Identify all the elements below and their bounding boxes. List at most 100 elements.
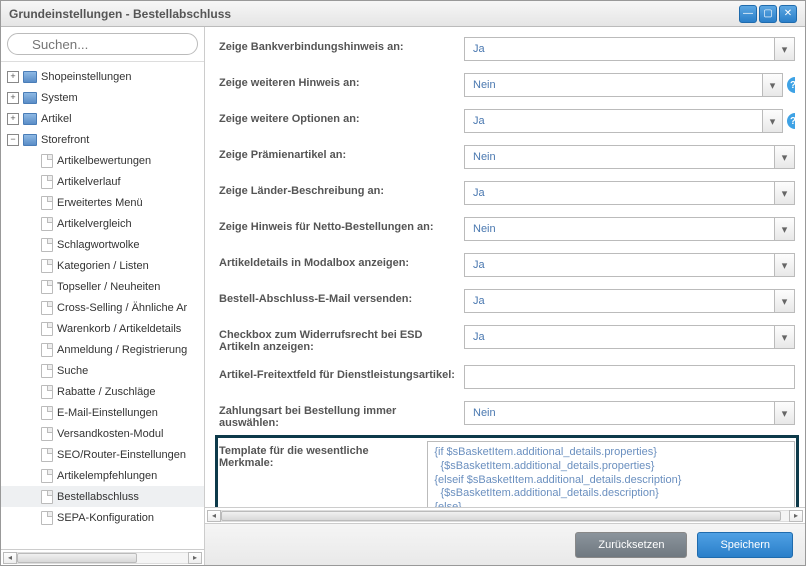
field-label: Zeige Bankverbindungshinweis an: bbox=[219, 37, 464, 53]
field-label: Template für die wesentliche Merkmale: bbox=[219, 441, 427, 469]
form-row: Artikel-Freitextfeld für Dienstleistungs… bbox=[219, 359, 795, 395]
select-input[interactable]: Nein bbox=[464, 145, 775, 169]
tree-item[interactable]: Suche bbox=[1, 360, 204, 381]
tree-item[interactable]: Artikelbewertungen bbox=[1, 150, 204, 171]
tree-folder[interactable]: −Storefront bbox=[1, 129, 204, 150]
chevron-down-icon[interactable]: ▾ bbox=[763, 73, 783, 97]
scroll-right-icon[interactable]: ▸ bbox=[789, 510, 803, 522]
tree-item[interactable]: Versandkosten-Modul bbox=[1, 423, 204, 444]
sidebar-hscroll[interactable]: ◂ ▸ bbox=[1, 549, 204, 565]
chevron-down-icon[interactable]: ▾ bbox=[775, 37, 795, 61]
select-input[interactable]: Ja bbox=[464, 253, 775, 277]
tree-folder[interactable]: +Artikel bbox=[1, 108, 204, 129]
scroll-thumb[interactable] bbox=[221, 511, 781, 521]
tree-item[interactable]: Artikelvergleich bbox=[1, 213, 204, 234]
page-icon bbox=[41, 322, 53, 336]
tree-item[interactable]: E-Mail-Einstellungen bbox=[1, 402, 204, 423]
tree-label: Artikelempfehlungen bbox=[57, 470, 157, 482]
tree-item[interactable]: SEO/Router-Einstellungen bbox=[1, 444, 204, 465]
scroll-track[interactable] bbox=[221, 510, 789, 522]
minimize-button[interactable]: — bbox=[739, 5, 757, 23]
tree-item[interactable]: Kategorien / Listen bbox=[1, 255, 204, 276]
tree-folder[interactable]: +Shopeinstellungen bbox=[1, 66, 204, 87]
tree-label: Artikelvergleich bbox=[57, 218, 132, 230]
tree-label: E-Mail-Einstellungen bbox=[57, 407, 158, 419]
tree-label: SEO/Router-Einstellungen bbox=[57, 449, 186, 461]
toggle-icon[interactable]: + bbox=[7, 92, 19, 104]
reset-button[interactable]: Zurücksetzen bbox=[575, 532, 687, 558]
field: Ja▾ bbox=[464, 37, 795, 61]
tree-label: Artikelverlauf bbox=[57, 176, 121, 188]
select-input[interactable]: Ja bbox=[464, 289, 775, 313]
select-input[interactable]: Ja bbox=[464, 181, 775, 205]
field: {if $sBasketItem.additional_details.prop… bbox=[427, 441, 795, 507]
main-hscroll[interactable]: ◂ ▸ bbox=[205, 507, 805, 523]
field-label: Zeige weitere Optionen an: bbox=[219, 109, 464, 125]
field-label: Zeige Hinweis für Netto-Bestellungen an: bbox=[219, 217, 464, 233]
tree-item[interactable]: SEPA-Konfiguration bbox=[1, 507, 204, 528]
toggle-icon[interactable]: + bbox=[7, 113, 19, 125]
help-icon[interactable]: ? bbox=[787, 113, 795, 129]
scroll-left-icon[interactable]: ◂ bbox=[207, 510, 221, 522]
scroll-left-icon[interactable]: ◂ bbox=[3, 552, 17, 564]
chevron-down-icon[interactable]: ▾ bbox=[775, 145, 795, 169]
select-input[interactable]: Nein bbox=[464, 217, 775, 241]
select-input[interactable]: Ja bbox=[464, 37, 775, 61]
field: Ja▾ bbox=[464, 253, 795, 277]
chevron-down-icon[interactable]: ▾ bbox=[775, 289, 795, 313]
field bbox=[464, 365, 795, 389]
chevron-down-icon[interactable]: ▾ bbox=[763, 109, 783, 133]
field-label: Zeige Prämienartikel an: bbox=[219, 145, 464, 161]
select-input[interactable]: Nein bbox=[464, 401, 775, 425]
tree-item[interactable]: Cross-Selling / Ähnliche Ar bbox=[1, 297, 204, 318]
tree-label: Topseller / Neuheiten bbox=[57, 281, 160, 293]
help-icon[interactable]: ? bbox=[787, 77, 795, 93]
select-input[interactable]: Nein bbox=[464, 73, 763, 97]
page-icon bbox=[41, 406, 53, 420]
tree-item[interactable]: Artikelverlauf bbox=[1, 171, 204, 192]
tree-label: Artikelbewertungen bbox=[57, 155, 151, 167]
page-icon bbox=[41, 280, 53, 294]
tree-item[interactable]: Anmeldung / Registrierung bbox=[1, 339, 204, 360]
scroll-track[interactable] bbox=[17, 552, 188, 564]
form-row: Zahlungsart bei Bestellung immer auswähl… bbox=[219, 395, 795, 435]
maximize-button[interactable]: ▢ bbox=[759, 5, 777, 23]
tree-item[interactable]: Erweitertes Menü bbox=[1, 192, 204, 213]
scroll-right-icon[interactable]: ▸ bbox=[188, 552, 202, 564]
search-input[interactable] bbox=[7, 33, 198, 55]
chevron-down-icon[interactable]: ▾ bbox=[775, 325, 795, 349]
page-icon bbox=[41, 343, 53, 357]
text-input[interactable] bbox=[464, 365, 795, 389]
toggle-icon[interactable]: + bbox=[7, 71, 19, 83]
textarea-input[interactable]: {if $sBasketItem.additional_details.prop… bbox=[427, 441, 795, 507]
form-row: Bestell-Abschluss-E-Mail versenden:Ja▾ bbox=[219, 283, 795, 319]
tree-item[interactable]: Topseller / Neuheiten bbox=[1, 276, 204, 297]
tree-label: Erweitertes Menü bbox=[57, 197, 143, 209]
page-icon bbox=[41, 448, 53, 462]
scroll-thumb[interactable] bbox=[17, 553, 137, 563]
tree-item[interactable]: Warenkorb / Artikeldetails bbox=[1, 318, 204, 339]
tree-label: Cross-Selling / Ähnliche Ar bbox=[57, 302, 187, 314]
tree-label: System bbox=[41, 92, 78, 104]
page-icon bbox=[41, 196, 53, 210]
page-icon bbox=[41, 469, 53, 483]
field-label: Bestell-Abschluss-E-Mail versenden: bbox=[219, 289, 464, 305]
tree-label: Schlagwortwolke bbox=[57, 239, 140, 251]
field: Ja▾? bbox=[464, 109, 795, 133]
tree-item[interactable]: Bestellabschluss bbox=[1, 486, 204, 507]
chevron-down-icon[interactable]: ▾ bbox=[775, 217, 795, 241]
tree-item[interactable]: Schlagwortwolke bbox=[1, 234, 204, 255]
close-button[interactable]: ✕ bbox=[779, 5, 797, 23]
chevron-down-icon[interactable]: ▾ bbox=[775, 401, 795, 425]
tree-item[interactable]: Rabatte / Zuschläge bbox=[1, 381, 204, 402]
save-button[interactable]: Speichern bbox=[697, 532, 793, 558]
folder-icon bbox=[23, 113, 37, 125]
tree-item[interactable]: Artikelempfehlungen bbox=[1, 465, 204, 486]
toggle-icon[interactable]: − bbox=[7, 134, 19, 146]
chevron-down-icon[interactable]: ▾ bbox=[775, 253, 795, 277]
select-input[interactable]: Ja bbox=[464, 109, 763, 133]
tree-folder[interactable]: + System bbox=[1, 87, 204, 108]
tree-label: Rabatte / Zuschläge bbox=[57, 386, 155, 398]
chevron-down-icon[interactable]: ▾ bbox=[775, 181, 795, 205]
select-input[interactable]: Ja bbox=[464, 325, 775, 349]
